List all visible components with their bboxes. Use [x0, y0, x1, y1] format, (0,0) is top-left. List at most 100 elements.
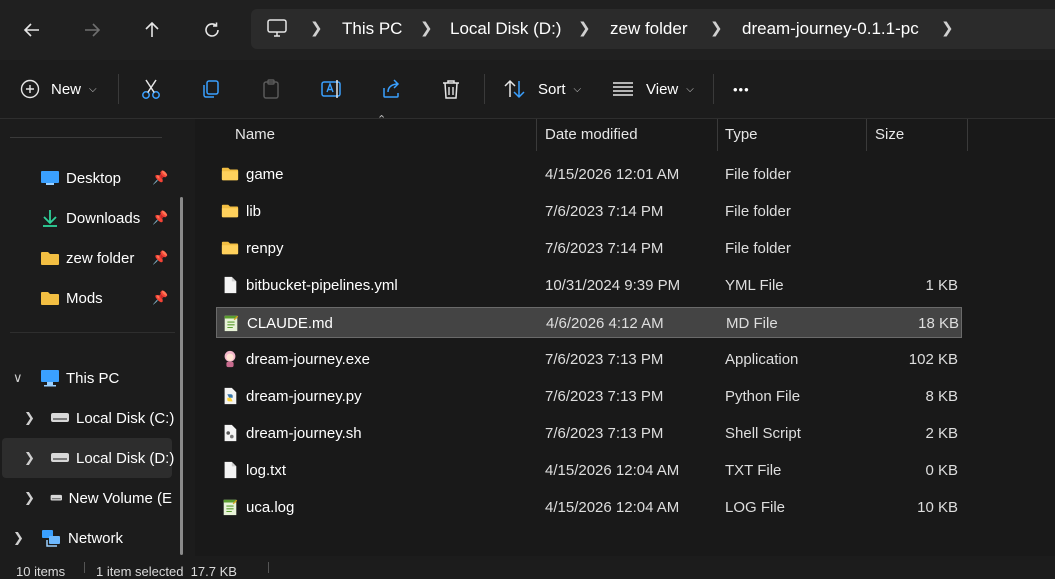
file-row[interactable]: renpy 7/6/2023 7:14 PM File folder — [216, 233, 962, 264]
back-icon[interactable] — [12, 10, 52, 50]
file-row[interactable]: game 4/15/2026 12:01 AM File folder — [216, 159, 962, 190]
file-name: dream-journey.exe — [246, 351, 370, 368]
breadcrumb-separator-icon[interactable]: ❯ — [310, 9, 323, 49]
sort-button[interactable]: Sort ⌵ — [504, 72, 581, 106]
notepad-icon — [224, 315, 239, 332]
sidebar-item-network[interactable]: Network — [40, 520, 123, 556]
file-date-modified: 4/6/2026 4:12 AM — [546, 315, 664, 332]
pin-icon[interactable]: 📌 — [152, 250, 168, 266]
file-row[interactable]: bitbucket-pipelines.yml 10/31/2024 9:39 P… — [216, 270, 962, 301]
notepad-icon — [223, 499, 238, 516]
file-type: MD File — [726, 315, 778, 332]
chevron-right-icon[interactable]: ❯ — [24, 450, 35, 466]
file-date-modified: 4/15/2026 12:01 AM — [545, 166, 680, 183]
address-bar[interactable]: ❯ This PC ❯ Local Disk (D:) ❯ zew folder… — [251, 9, 1055, 49]
column-header-name[interactable]: Name — [235, 119, 275, 151]
status-divider — [84, 562, 85, 573]
view-button[interactable]: View ⌵ — [612, 72, 694, 106]
column-divider[interactable] — [967, 119, 968, 151]
forward-icon[interactable] — [72, 10, 112, 50]
column-header-date-modified[interactable]: Date modified — [545, 119, 638, 151]
desktop-icon — [41, 171, 59, 185]
share-icon — [383, 79, 400, 98]
chevron-right-icon[interactable]: ❯ — [13, 530, 24, 546]
sidebar-item-downloads[interactable]: Downloads — [40, 200, 140, 236]
file-date-modified: 4/15/2026 12:04 AM — [545, 499, 680, 516]
sidebar-item-new-volume[interactable]: New Volume (E — [50, 480, 172, 516]
file-size — [878, 196, 958, 227]
delete-button[interactable] — [440, 72, 462, 106]
copy-button[interactable] — [200, 72, 222, 106]
breadcrumb-separator-icon[interactable]: ❯ — [710, 9, 723, 49]
file-row[interactable]: CLAUDE.md 4/6/2026 4:12 AM MD File 18 KB — [216, 307, 962, 338]
pin-icon[interactable]: 📌 — [152, 290, 168, 306]
column-header-type[interactable]: Type — [725, 119, 758, 151]
breadcrumb-zew-folder[interactable]: zew folder — [610, 9, 687, 49]
sidebar-item-label: Local Disk (C:) — [76, 409, 175, 427]
breadcrumb-local-disk-d[interactable]: Local Disk (D:) — [450, 9, 561, 49]
scissors-icon — [142, 79, 160, 99]
file-type: TXT File — [725, 462, 782, 479]
file-type: File folder — [725, 240, 791, 257]
pin-icon[interactable]: 📌 — [152, 170, 168, 186]
file-row[interactable]: dream-journey.py 7/6/2023 7:13 PM Python F… — [216, 381, 962, 412]
up-icon[interactable] — [132, 10, 172, 50]
column-divider[interactable] — [866, 119, 867, 151]
file-name: renpy — [246, 240, 284, 257]
file-date-modified: 7/6/2023 7:13 PM — [545, 425, 664, 442]
cut-button[interactable] — [140, 72, 162, 106]
pin-icon[interactable]: 📌 — [152, 210, 168, 226]
sort-ascending-icon: ⌃ — [377, 114, 387, 126]
sidebar-item-label: Desktop — [66, 169, 122, 187]
paste-button[interactable] — [260, 72, 282, 106]
chevron-right-icon[interactable]: ❯ — [24, 490, 35, 506]
breadcrumb-separator-icon[interactable]: ❯ — [941, 9, 954, 49]
status-divider — [268, 562, 269, 573]
shell-script-icon — [224, 424, 237, 442]
python-icon — [224, 387, 237, 405]
drive-icon — [50, 494, 62, 501]
file-type: File folder — [725, 203, 791, 220]
sort-icon — [504, 79, 525, 99]
network-icon — [42, 530, 60, 547]
chevron-down-icon[interactable]: ∨ — [13, 370, 23, 386]
file-row[interactable]: lib 7/6/2023 7:14 PM File folder — [216, 196, 962, 227]
sidebar-item-mods[interactable]: Mods — [40, 280, 103, 316]
sidebar-item-zew-folder[interactable]: zew folder — [40, 240, 134, 276]
sidebar-item-label: Downloads — [66, 209, 141, 227]
breadcrumb-current-folder[interactable]: dream-journey-0.1.1-pc — [742, 9, 919, 49]
file-row[interactable]: log.txt 4/15/2026 12:04 AM TXT File 0 KB — [216, 455, 962, 486]
sidebar-item-this-pc[interactable]: This PC — [40, 360, 119, 396]
folder-icon — [221, 204, 239, 218]
file-date-modified: 4/15/2026 12:04 AM — [545, 462, 680, 479]
more-options-icon[interactable]: ••• — [733, 72, 750, 106]
file-row[interactable]: uca.log 4/15/2026 12:04 AM LOG File 10 KB — [216, 492, 962, 523]
drive-icon — [51, 413, 69, 422]
sidebar-item-local-disk-d[interactable]: Local Disk (D:) — [50, 440, 174, 476]
chevron-right-icon[interactable]: ❯ — [24, 410, 35, 426]
application-icon — [224, 350, 236, 368]
breadcrumb-separator-icon[interactable]: ❯ — [420, 9, 433, 49]
column-divider[interactable] — [717, 119, 718, 151]
file-name: CLAUDE.md — [247, 315, 333, 332]
file-size — [878, 233, 958, 264]
column-header-size[interactable]: Size — [875, 119, 904, 151]
share-button[interactable] — [380, 72, 402, 106]
breadcrumb-this-pc[interactable]: This PC — [342, 9, 402, 49]
file-row[interactable]: dream-journey.exe 7/6/2023 7:13 PM Applica… — [216, 344, 962, 375]
file-icon — [224, 461, 237, 479]
file-name: uca.log — [246, 499, 295, 516]
refresh-icon[interactable] — [192, 10, 232, 50]
column-divider[interactable] — [536, 119, 537, 151]
folder-icon — [221, 241, 239, 255]
file-type: LOG File — [725, 499, 786, 516]
view-button-label: View — [646, 80, 679, 98]
sidebar-item-local-disk-c[interactable]: Local Disk (C:) — [50, 400, 174, 436]
new-button[interactable]: New ⌵ — [20, 72, 97, 106]
breadcrumb-separator-icon[interactable]: ❯ — [578, 9, 591, 49]
file-row[interactable]: dream-journey.sh 7/6/2023 7:13 PM Shell Sc… — [216, 418, 962, 449]
sidebar-scrollbar[interactable] — [180, 197, 183, 555]
trash-icon — [443, 80, 459, 99]
sidebar-item-desktop[interactable]: Desktop — [40, 160, 121, 196]
rename-button[interactable] — [320, 72, 344, 106]
